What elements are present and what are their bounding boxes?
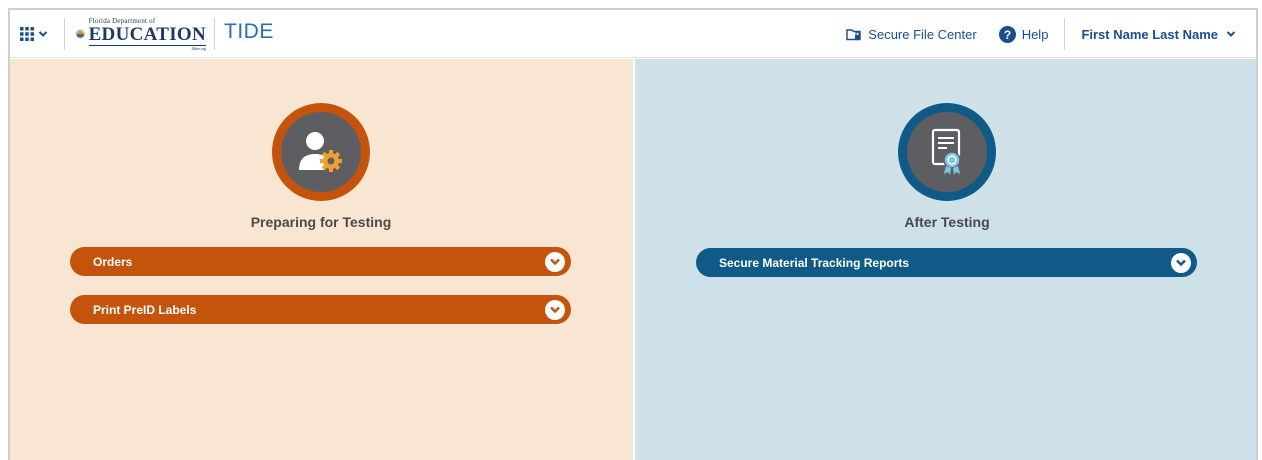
fldoe-seal-icon <box>76 29 85 39</box>
preparing-category-title: Preparing for Testing <box>250 214 392 230</box>
chevron-down-icon <box>545 251 565 272</box>
folder-lock-icon <box>846 28 861 40</box>
header-divider <box>64 18 65 50</box>
print-preid-labels-accordion[interactable]: Print PreID Labels <box>70 295 571 324</box>
secure-file-center-link[interactable]: Secure File Center <box>846 26 977 42</box>
user-gear-icon <box>299 132 342 172</box>
chevron-down-icon <box>1226 31 1236 37</box>
user-name: First Name Last Name <box>1081 26 1218 42</box>
certificate-icon <box>931 128 961 175</box>
svg-text:?: ? <box>1004 27 1011 41</box>
help-link[interactable]: ? Help <box>998 25 1049 43</box>
preparing-for-testing-panel: Preparing for Testing Orders Print PreID… <box>10 59 633 460</box>
orders-accordion[interactable]: Orders <box>70 247 571 276</box>
preparing-category-icon <box>272 103 370 201</box>
accordion-label: Print PreID Labels <box>93 302 197 317</box>
after-testing-category-icon <box>898 103 996 201</box>
help-icon: ? <box>998 25 1016 43</box>
grid-icon <box>20 27 34 41</box>
top-header: Florida Department of EDUCATION fldoe.or… <box>10 10 1256 58</box>
app-switcher-button[interactable] <box>20 23 56 45</box>
chevron-down-icon <box>545 299 565 320</box>
header-divider <box>1064 18 1066 50</box>
header-divider <box>214 18 215 50</box>
after-testing-panel: After Testing Secure Material Tracking R… <box>635 59 1256 460</box>
chevron-down-icon <box>38 31 48 37</box>
app-name: TIDE <box>224 20 274 43</box>
help-label: Help <box>1021 26 1049 42</box>
chevron-down-icon <box>1171 252 1191 273</box>
accordion-label: Orders <box>93 254 133 269</box>
fldoe-logo[interactable]: Florida Department of EDUCATION fldoe.or… <box>76 14 206 54</box>
secure-file-center-label: Secure File Center <box>868 26 977 42</box>
user-menu[interactable]: First Name Last Name <box>1081 27 1236 42</box>
app-window: Florida Department of EDUCATION fldoe.or… <box>8 8 1258 460</box>
logo-line3: fldoe.org <box>191 45 206 51</box>
logo-line2: EDUCATION <box>88 23 206 46</box>
header-right-nav: Secure File Center ? Help First Name Las… <box>846 10 1256 58</box>
accordion-label: Secure Material Tracking Reports <box>719 255 910 270</box>
secure-material-tracking-reports-accordion[interactable]: Secure Material Tracking Reports <box>696 248 1197 277</box>
after-testing-category-title: After Testing <box>904 214 990 230</box>
